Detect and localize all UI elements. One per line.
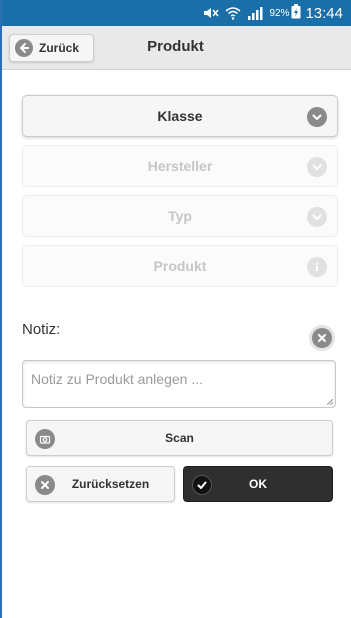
select-klasse-label: Klasse — [157, 108, 203, 124]
notiz-textarea[interactable]: Notiz zu Produkt anlegen ... — [22, 360, 336, 408]
chevron-down-icon — [307, 157, 327, 177]
select-hersteller-label: Hersteller — [147, 158, 213, 174]
window-edge — [0, 0, 2, 618]
notiz-placeholder: Notiz zu Produkt anlegen ... — [31, 371, 203, 387]
notiz-label: Notiz: — [22, 321, 61, 338]
battery-percent: 92% — [269, 7, 290, 19]
signal-icon — [247, 6, 263, 20]
scan-button-label: Scan — [165, 431, 194, 445]
select-typ[interactable]: Typ — [22, 195, 338, 237]
select-typ-label: Typ — [168, 208, 192, 224]
select-hersteller[interactable]: Hersteller — [22, 145, 338, 187]
page-title: Produkt — [147, 38, 204, 55]
select-produkt-label: Produkt — [153, 258, 207, 274]
select-produkt[interactable]: Produkt — [22, 245, 338, 287]
reset-button-label: Zurücksetzen — [71, 477, 150, 491]
reset-button[interactable]: Zurücksetzen — [26, 466, 175, 502]
ok-button-label: OK — [249, 477, 267, 491]
header-bar: Zurück Produkt — [0, 26, 351, 70]
select-klasse[interactable]: Klasse — [22, 95, 338, 137]
scan-button[interactable]: Scan — [26, 420, 333, 456]
ok-button[interactable]: OK — [183, 466, 333, 502]
info-icon — [307, 257, 327, 277]
resize-grip-icon[interactable] — [327, 399, 333, 405]
chevron-down-icon — [307, 107, 327, 127]
status-time: 13:44 — [305, 4, 343, 22]
clear-note-button[interactable] — [309, 325, 335, 351]
battery-charging-icon — [291, 4, 301, 22]
chevron-down-icon — [307, 207, 327, 227]
battery-status: 92% — [269, 4, 301, 22]
wifi-icon — [225, 6, 241, 20]
mute-icon — [203, 6, 220, 20]
app-screen: 92% 13:44 Zurück Produkt Klasse Herstell… — [0, 0, 351, 618]
close-icon — [312, 328, 332, 348]
status-bar: 92% 13:44 — [0, 0, 351, 26]
